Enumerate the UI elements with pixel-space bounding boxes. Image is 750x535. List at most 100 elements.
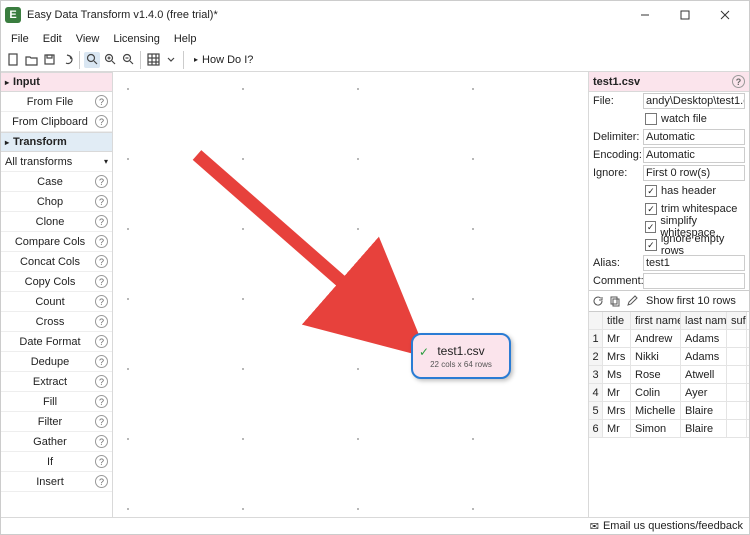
menu-view[interactable]: View [70,32,106,46]
delimiter-label: Delimiter: [593,131,641,143]
help-icon[interactable]: ? [95,275,108,288]
help-icon[interactable]: ? [95,95,108,108]
table-row[interactable]: 5MrsMichelleBlaire [589,402,749,420]
col-header[interactable] [589,312,603,329]
help-icon[interactable]: ? [95,415,108,428]
table-row[interactable]: 4MrColinAyer [589,384,749,402]
save-icon[interactable] [41,52,57,68]
zoom-fit-icon[interactable] [84,52,100,68]
help-icon[interactable]: ? [95,395,108,408]
transform-compare-cols[interactable]: Compare Cols? [1,232,112,252]
menu-licensing[interactable]: Licensing [107,32,165,46]
ignore-label: Ignore: [593,167,641,179]
help-icon[interactable]: ? [95,235,108,248]
transform-dedupe[interactable]: Dedupe? [1,352,112,372]
help-icon[interactable]: ? [95,435,108,448]
help-icon[interactable]: ? [95,315,108,328]
copy-icon[interactable] [608,294,622,308]
table-row[interactable]: 1MrAndrewAdams [589,330,749,348]
col-header[interactable]: title [603,312,631,329]
menu-help[interactable]: Help [168,32,203,46]
table-row[interactable]: 3MsRoseAtwell [589,366,749,384]
help-icon[interactable]: ? [732,75,745,88]
from-clipboard-button[interactable]: From Clipboard? [1,112,112,132]
check-icon: ✓ [419,345,429,359]
file-label: File: [593,95,641,107]
transform-insert[interactable]: Insert? [1,472,112,492]
transform-copy-cols[interactable]: Copy Cols? [1,272,112,292]
transform-case[interactable]: Case? [1,172,112,192]
file-field[interactable]: andy\Desktop\test1.csv [643,93,745,109]
help-icon[interactable]: ? [95,475,108,488]
open-icon[interactable] [23,52,39,68]
col-header[interactable]: last name [681,312,727,329]
transform-clone[interactable]: Clone? [1,212,112,232]
help-icon[interactable]: ? [95,255,108,268]
transform-count[interactable]: Count? [1,292,112,312]
transform-cross[interactable]: Cross? [1,312,112,332]
mail-icon: ✉ [590,520,599,533]
window-title: Easy Data Transform v1.4.0 (free trial)* [27,9,625,21]
transform-filter[interactable]: Filter? [1,412,112,432]
preview-table: titlefirst namelast namesufi 1MrAndrewAd… [589,312,749,438]
comment-field[interactable] [643,273,745,289]
maximize-button[interactable] [665,1,705,29]
transform-fill[interactable]: Fill? [1,392,112,412]
help-icon[interactable]: ? [95,215,108,228]
close-button[interactable] [705,1,745,29]
help-icon[interactable]: ? [95,355,108,368]
table-row[interactable]: 2MrsNikkiAdams [589,348,749,366]
input-section-header[interactable]: ▸Input [1,72,112,92]
transform-date-format[interactable]: Date Format? [1,332,112,352]
help-icon[interactable]: ? [95,195,108,208]
undo-icon[interactable] [59,52,75,68]
transform-concat-cols[interactable]: Concat Cols? [1,252,112,272]
ignore-field[interactable]: First 0 row(s) [643,165,745,181]
table-row[interactable]: 6MrSimonBlaire [589,420,749,438]
all-transforms-dropdown[interactable]: All transforms▾ [1,152,112,172]
transform-if[interactable]: If? [1,452,112,472]
encoding-label: Encoding: [593,149,641,161]
canvas[interactable]: ✓ test1.csv 22 cols x 64 rows [113,72,589,518]
col-header[interactable]: sufi [727,312,747,329]
grid-icon[interactable] [145,52,161,68]
from-file-button[interactable]: From File? [1,92,112,112]
help-icon[interactable]: ? [95,375,108,388]
menu-edit[interactable]: Edit [37,32,68,46]
transform-extract[interactable]: Extract? [1,372,112,392]
zoom-out-icon[interactable] [120,52,136,68]
transform-section-header[interactable]: ▸Transform [1,132,112,152]
help-icon[interactable]: ? [95,115,108,128]
help-icon[interactable]: ? [95,295,108,308]
input-node[interactable]: ✓ test1.csv 22 cols x 64 rows [411,333,511,379]
delimiter-select[interactable]: Automatic [643,129,745,145]
how-do-i-button[interactable]: ▸How Do I? [188,53,259,67]
dropdown-icon[interactable] [163,52,179,68]
node-meta: 22 cols x 64 rows [430,360,492,369]
help-icon[interactable]: ? [95,175,108,188]
preview-rows-label[interactable]: Show first 10 rows [646,295,736,307]
menu-file[interactable]: File [5,32,35,46]
encoding-select[interactable]: Automatic [643,147,745,163]
edit-icon[interactable] [625,294,639,308]
transform-chop[interactable]: Chop? [1,192,112,212]
minimize-button[interactable] [625,1,665,29]
refresh-icon[interactable] [591,294,605,308]
annotation-arrow [189,147,429,362]
transform-gather[interactable]: Gather? [1,432,112,452]
app-icon: E [5,7,21,23]
alias-label: Alias: [593,257,641,269]
watch-file-checkbox[interactable]: watch file [589,110,749,128]
new-icon[interactable] [5,52,21,68]
feedback-link[interactable]: Email us questions/feedback [603,520,743,532]
col-header[interactable]: first name [631,312,681,329]
zoom-in-icon[interactable] [102,52,118,68]
help-icon[interactable]: ? [95,335,108,348]
help-icon[interactable]: ? [95,455,108,468]
properties-header: test1.csv? [589,72,749,92]
alias-field[interactable]: test1 [643,255,745,271]
node-title: test1.csv [437,344,484,358]
menubar: File Edit View Licensing Help [1,29,749,48]
ignore-empty-rows-checkbox[interactable]: ✓ignore empty rows [589,236,749,254]
has-header-checkbox[interactable]: ✓has header [589,182,749,200]
